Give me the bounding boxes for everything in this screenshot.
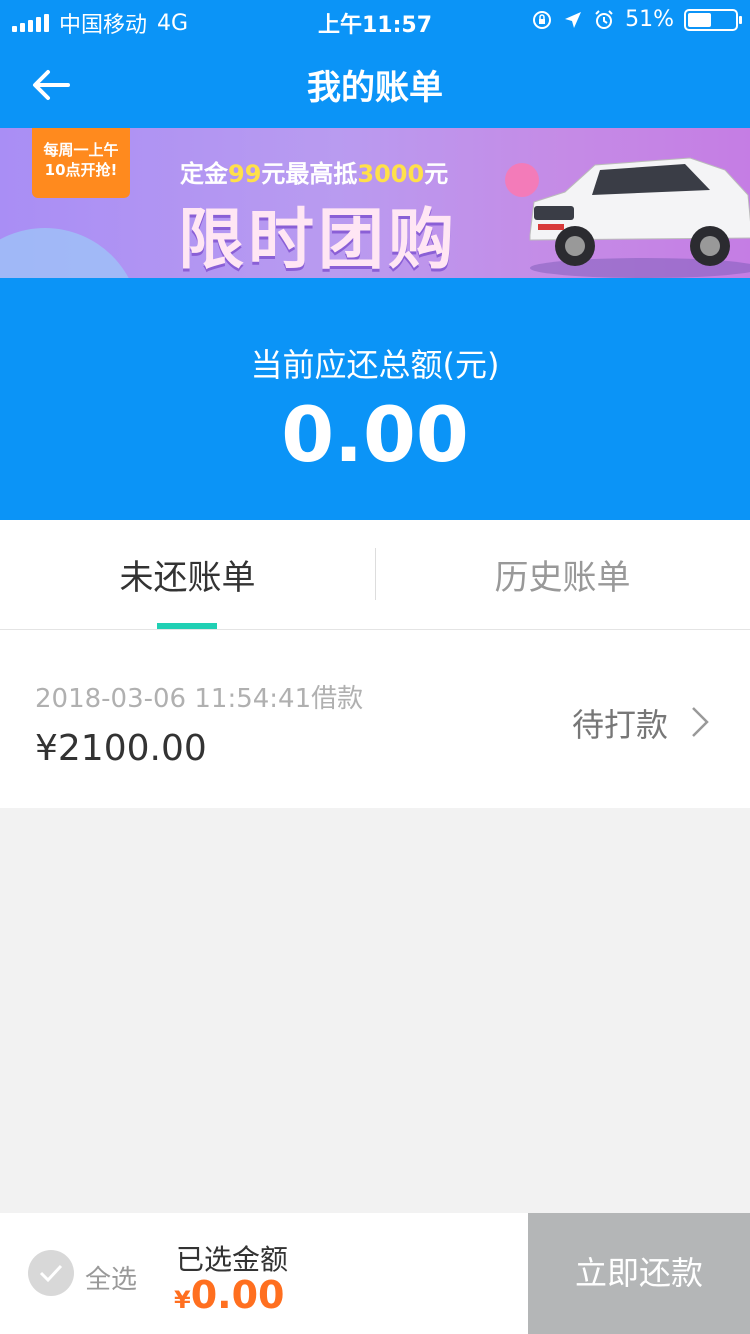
banner-decoration (0, 228, 140, 278)
total-due-panel: 当前应还总额(元) 0.00 (0, 278, 750, 520)
banner-tag-line1: 每周一上午 (43, 141, 119, 159)
car-image (529, 157, 750, 278)
bill-date: 2018-03-06 11:54:41借款 (35, 684, 364, 714)
pay-now-button[interactable]: 立即还款 (528, 1213, 750, 1334)
battery-icon (684, 8, 742, 31)
bill-amount: ¥2100.00 (35, 728, 207, 769)
currency-symbol: ¥ (174, 1286, 191, 1314)
status-bar: 中国移动 4G 上午11:57 51% (0, 0, 750, 40)
alarm-icon (595, 9, 613, 29)
active-tab-indicator (157, 623, 217, 629)
banner-headline: 限时团购 (178, 201, 458, 278)
banner-tag-line2: 10点开抢! (44, 161, 118, 179)
selected-amount: ¥0.00 (174, 1273, 284, 1317)
location-icon (565, 11, 582, 28)
page-title: 我的账单 (307, 68, 443, 108)
promo-deposit: 99 (228, 160, 262, 188)
selected-amount-value: 0.00 (190, 1273, 285, 1317)
footer-bar: 全选 已选金额 ¥0.00 立即还款 (0, 1213, 750, 1334)
tab-unpaid[interactable]: 未还账单 (0, 550, 375, 599)
banner-promo-text: 定金99元最高抵3000元 (180, 154, 448, 189)
bill-list-item[interactable]: 2018-03-06 11:54:41借款 ¥2100.00 待打款 (0, 630, 750, 808)
check-icon (39, 1264, 63, 1283)
promo-prefix: 定金 (180, 160, 228, 188)
total-due-amount: 0.00 (281, 390, 469, 479)
orientation-lock-icon (533, 10, 552, 29)
promo-max: 3000 (357, 160, 425, 188)
selected-amount-label: 已选金额 (176, 1243, 289, 1276)
nav-bar: 我的账单 (0, 40, 750, 128)
total-due-label: 当前应还总额(元) (250, 346, 500, 384)
promo-mid: 元最高抵 (261, 160, 358, 188)
banner-time-tag: 每周一上午 10点开抢! (32, 128, 130, 198)
promo-banner[interactable]: 每周一上午 10点开抢! 定金99元最高抵3000元 限时团购 (0, 128, 750, 278)
bill-tabs: 未还账单 历史账单 (0, 520, 750, 630)
chevron-right-icon (692, 707, 709, 737)
bill-status: 待打款 (571, 706, 668, 744)
promo-suffix: 元 (424, 160, 449, 188)
select-all-checkbox[interactable] (28, 1250, 74, 1296)
battery-percent: 51% (625, 7, 674, 32)
select-all-label[interactable]: 全选 (85, 1259, 137, 1296)
tab-history[interactable]: 历史账单 (375, 550, 750, 599)
